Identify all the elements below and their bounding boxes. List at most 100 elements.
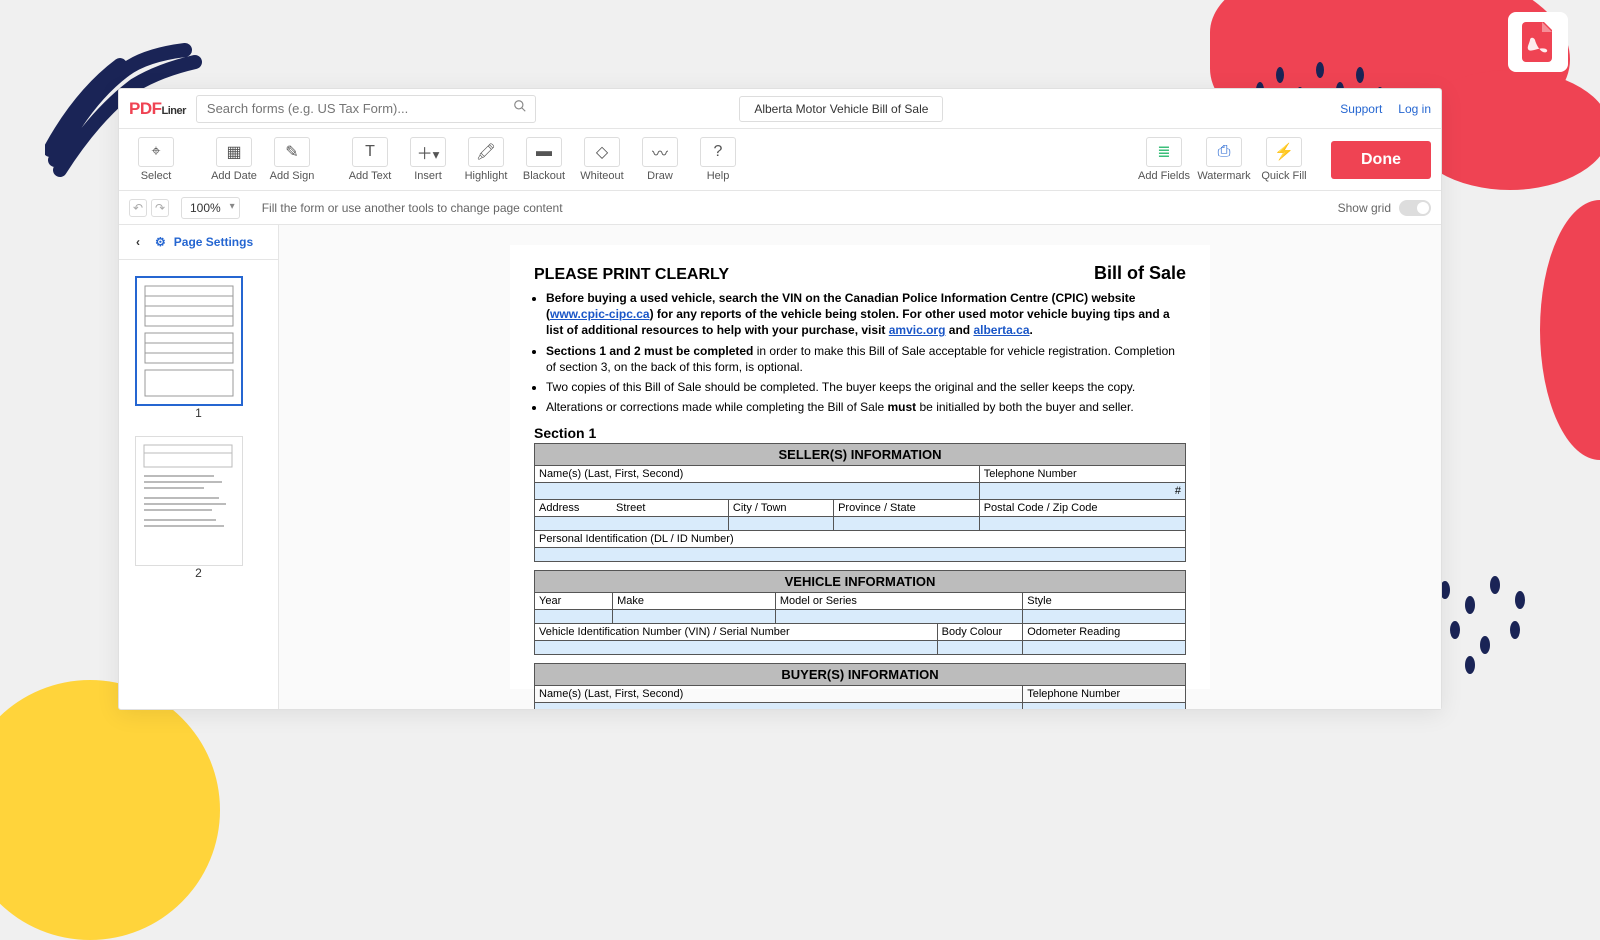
quick-fill-tool[interactable]: ⚡ Quick Fill <box>1257 137 1311 182</box>
support-link[interactable]: Support <box>1340 102 1382 116</box>
watermark-tool[interactable]: ⎙Watermark <box>1197 137 1251 182</box>
undo-button[interactable]: ↶ <box>129 199 147 217</box>
cpic-link[interactable]: www.cpic-cipc.ca <box>550 307 650 321</box>
sidebar-back-button[interactable]: ‹ <box>129 233 147 251</box>
bullet-4: Alterations or corrections made while co… <box>546 399 1186 415</box>
show-grid-toggle[interactable] <box>1399 200 1431 216</box>
search-icon[interactable] <box>513 99 527 118</box>
seller-postal-field[interactable] <box>979 517 1185 531</box>
highlight-icon: 🖍 <box>476 142 496 162</box>
bolt-icon: ⚡ <box>1274 142 1294 162</box>
done-button[interactable]: Done <box>1331 141 1431 179</box>
print-clearly-heading: PLEASE PRINT CLEARLY <box>534 266 729 284</box>
vehicle-style-field[interactable] <box>1023 610 1186 624</box>
seller-pid-label: Personal Identification (DL / ID Number) <box>535 531 1186 548</box>
select-label: Select <box>141 170 172 182</box>
cursor-icon: ⌖ <box>151 143 160 161</box>
vehicle-make-field[interactable] <box>613 610 776 624</box>
sign-icon: ✎ <box>285 142 298 162</box>
watermark-label: Watermark <box>1197 170 1250 182</box>
section-1-title: Section 1 <box>534 425 1186 441</box>
page-thumbnail-2[interactable] <box>135 436 243 566</box>
subbar: ↶ ↷ 100% Fill the form or use another to… <box>119 191 1441 225</box>
vehicle-vin-field[interactable] <box>535 641 938 655</box>
fields-icon: ≣ <box>1157 142 1170 162</box>
search-box[interactable] <box>196 95 536 123</box>
canvas[interactable]: PLEASE PRINT CLEARLY Bill of Sale Before… <box>279 225 1441 709</box>
zoom-select[interactable]: 100% <box>181 197 240 219</box>
vehicle-odometer-field[interactable] <box>1023 641 1186 655</box>
blackout-tool[interactable]: ▬Blackout <box>517 137 571 182</box>
buyer-telephone-field[interactable] <box>1023 703 1186 709</box>
thumb-label-1: 1 <box>135 406 262 420</box>
search-input[interactable] <box>207 101 525 116</box>
insert-tool[interactable]: ＋▾Insert <box>401 137 455 182</box>
seller-telephone-field[interactable]: # <box>979 483 1185 500</box>
buyer-names-field[interactable] <box>535 703 1023 709</box>
buyer-names-label: Name(s) (Last, First, Second) <box>535 686 1023 703</box>
add-date-label: Add Date <box>211 170 257 182</box>
seller-address-label: Address Street <box>535 500 729 517</box>
add-fields-tool[interactable]: ≣ Add Fields <box>1137 137 1191 182</box>
help-label: Help <box>707 170 730 182</box>
vehicle-model-field[interactable] <box>775 610 1022 624</box>
bullet-1: Before buying a used vehicle, search the… <box>546 290 1186 339</box>
seller-address-field[interactable] <box>535 517 729 531</box>
seller-city-field[interactable] <box>728 517 833 531</box>
whiteout-tool[interactable]: ◇ Whiteout <box>575 137 629 182</box>
vehicle-info-header: VEHICLE INFORMATION <box>535 571 1186 593</box>
page-1: PLEASE PRINT CLEARLY Bill of Sale Before… <box>510 245 1210 689</box>
logo-liner: Liner <box>162 105 186 117</box>
add-date-tool[interactable]: ▦ Add Date <box>207 137 261 182</box>
bullet-2: Sections 1 and 2 must be completed in or… <box>546 343 1186 375</box>
logo[interactable]: PDFLiner <box>129 99 186 119</box>
seller-pid-field[interactable] <box>535 548 1186 562</box>
redo-button[interactable]: ↷ <box>151 199 169 217</box>
seller-names-field[interactable] <box>535 483 980 500</box>
vehicle-body-colour-label: Body Colour <box>937 624 1023 641</box>
blackout-icon: ▬ <box>536 143 552 161</box>
calendar-icon: ▦ <box>226 142 241 162</box>
buyer-info-header: BUYER(S) INFORMATION <box>535 664 1186 686</box>
hint-text: Fill the form or use another tools to ch… <box>262 201 563 215</box>
alberta-link[interactable]: alberta.ca <box>973 323 1029 337</box>
top-links: Support Log in <box>1340 102 1431 116</box>
help-tool[interactable]: ? Help <box>691 137 745 182</box>
decor-red-side <box>1540 200 1600 460</box>
seller-info-table: SELLER(S) INFORMATION Name(s) (Last, Fir… <box>534 443 1186 562</box>
seller-info-header: SELLER(S) INFORMATION <box>535 444 1186 466</box>
app-window: PDFLiner Alberta Motor Vehicle Bill of S… <box>118 88 1442 710</box>
seller-province-label: Province / State <box>834 500 980 517</box>
whiteout-label: Whiteout <box>580 170 623 182</box>
whiteout-icon: ◇ <box>596 142 608 162</box>
add-sign-label: Add Sign <box>270 170 315 182</box>
vehicle-make-label: Make <box>613 593 776 610</box>
buyer-info-table: BUYER(S) INFORMATION Name(s) (Last, Firs… <box>534 663 1186 709</box>
vehicle-year-field[interactable] <box>535 610 613 624</box>
logo-pdf: PDF <box>129 99 162 118</box>
vehicle-info-table: VEHICLE INFORMATION Year Make Model or S… <box>534 570 1186 655</box>
vehicle-style-label: Style <box>1023 593 1186 610</box>
buyer-telephone-label: Telephone Number <box>1023 686 1186 703</box>
quick-fill-label: Quick Fill <box>1261 170 1306 182</box>
amvic-link[interactable]: amvic.org <box>889 323 946 337</box>
help-icon: ? <box>714 143 723 161</box>
draw-tool[interactable]: 〰Draw <box>633 137 687 182</box>
bill-of-sale-heading: Bill of Sale <box>1094 263 1186 284</box>
select-tool[interactable]: ⌖ Select <box>129 137 183 182</box>
highlight-tool[interactable]: 🖍Highlight <box>459 137 513 182</box>
decor-yellow-blob <box>0 680 220 940</box>
add-fields-label: Add Fields <box>1138 170 1190 182</box>
page-thumbnail-1[interactable] <box>135 276 243 406</box>
text-icon: T <box>365 143 375 161</box>
vehicle-body-colour-field[interactable] <box>937 641 1023 655</box>
login-link[interactable]: Log in <box>1398 102 1431 116</box>
add-text-label: Add Text <box>349 170 392 182</box>
draw-label: Draw <box>647 170 673 182</box>
seller-province-field[interactable] <box>834 517 980 531</box>
seller-names-label: Name(s) (Last, First, Second) <box>535 466 980 483</box>
document-title: Alberta Motor Vehicle Bill of Sale <box>739 96 943 122</box>
add-text-tool[interactable]: T Add Text <box>343 137 397 182</box>
add-sign-tool[interactable]: ✎ Add Sign <box>265 137 319 182</box>
vehicle-year-label: Year <box>535 593 613 610</box>
